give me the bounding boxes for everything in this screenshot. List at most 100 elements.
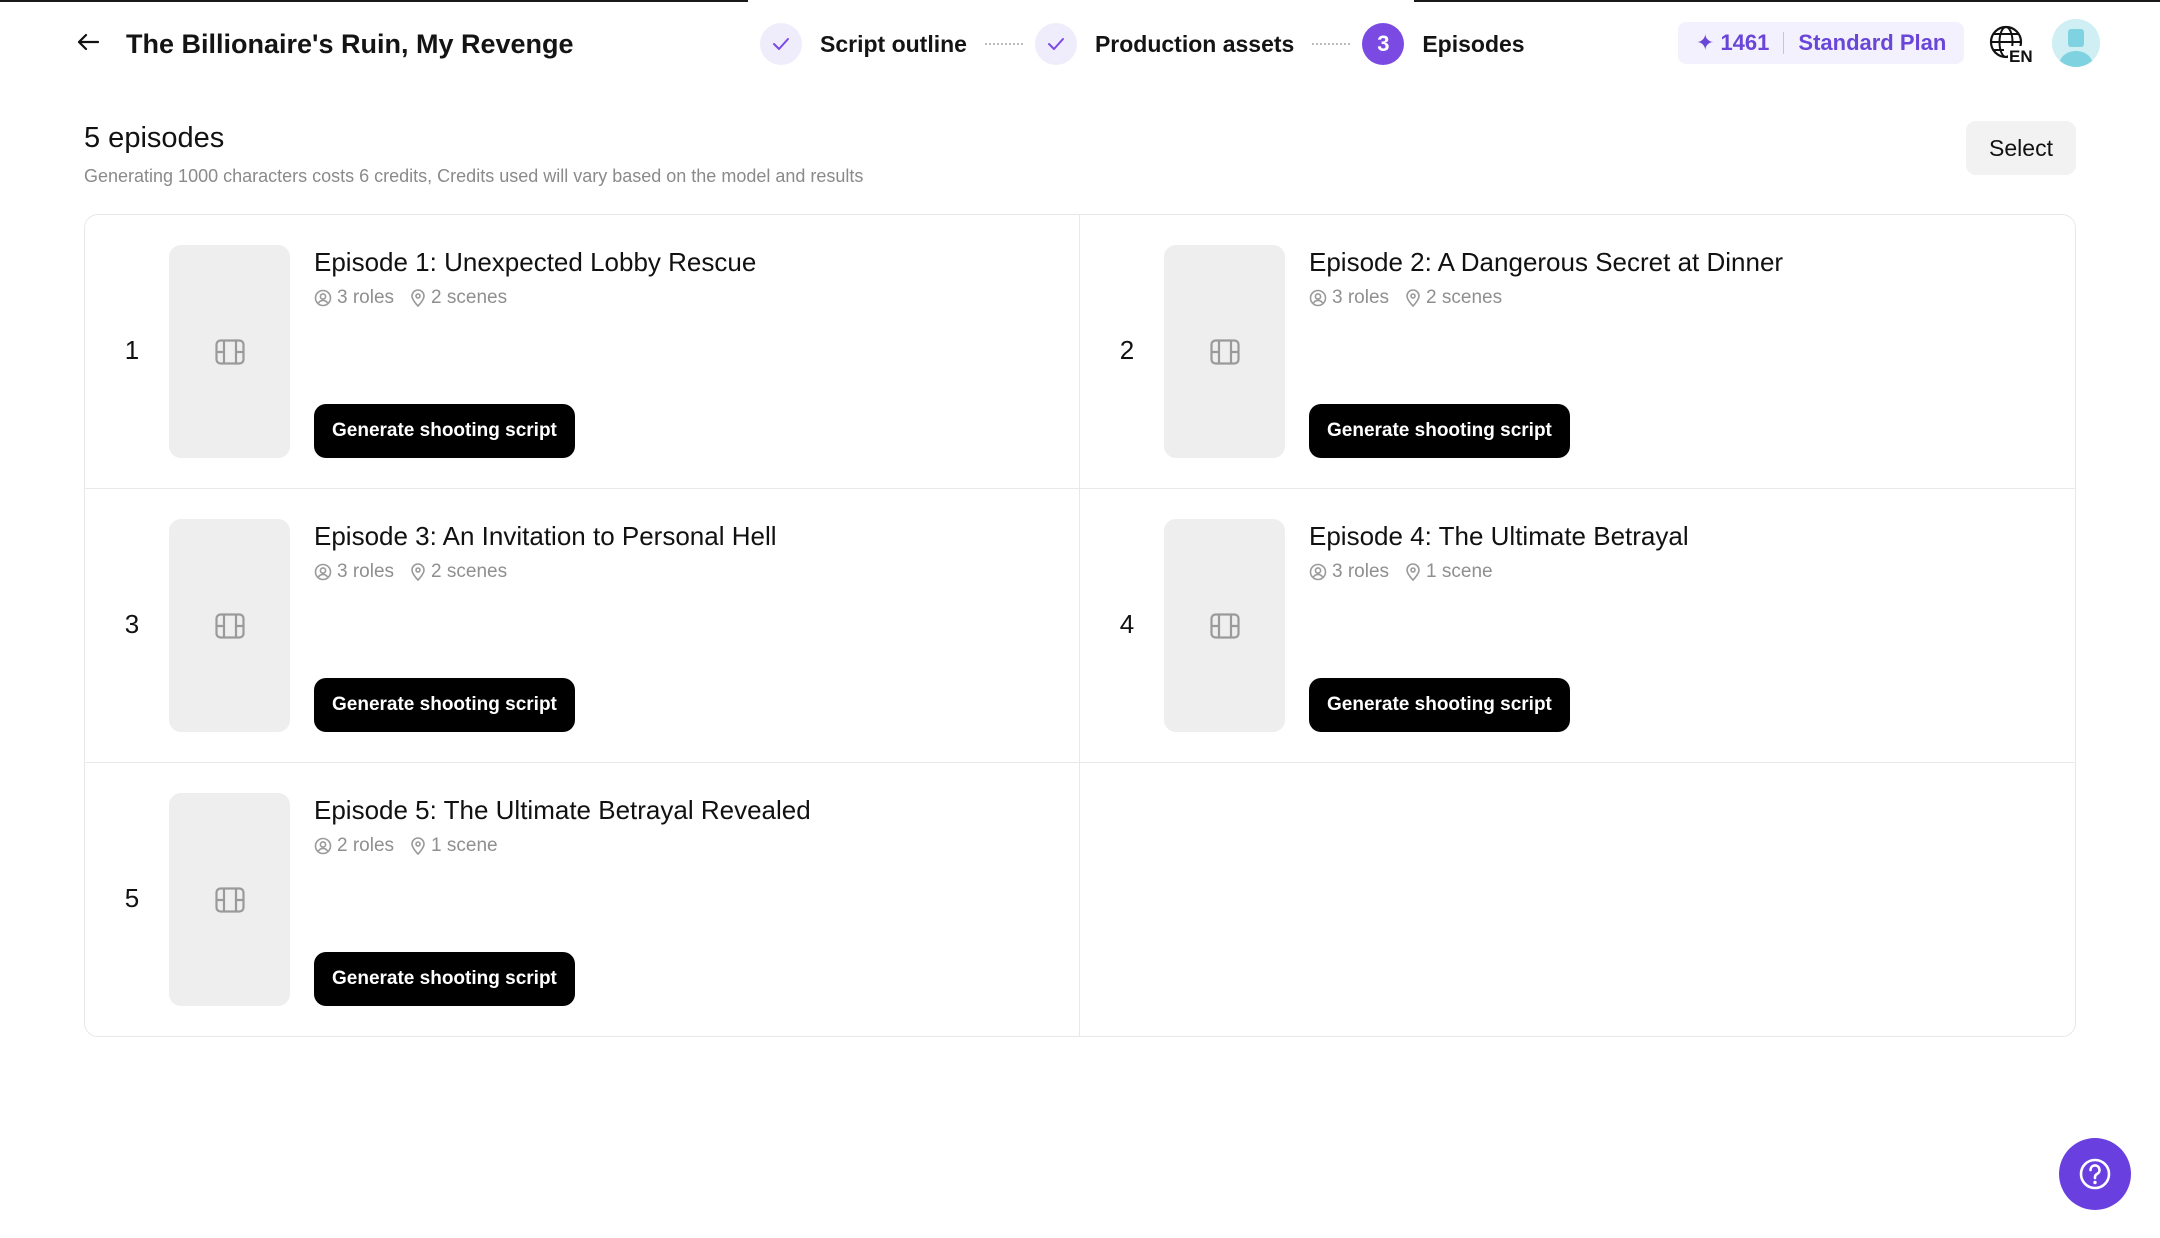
episode-meta: 3 roles 2 scenes xyxy=(314,561,523,583)
episode-card[interactable]: 5 Episode 5: The Ultimate Betrayal Revea… xyxy=(85,763,1080,1036)
generate-shooting-script-button[interactable]: Generate shooting script xyxy=(1309,404,1570,458)
episode-card[interactable]: 4 Episode 4: The Ultimate Betrayal 3 rol… xyxy=(1080,489,2075,763)
empty-grid-cell xyxy=(1080,763,2075,1036)
scenes-count: 2 scenes xyxy=(1405,287,1502,309)
episode-meta: 3 roles 2 scenes xyxy=(1309,287,1518,309)
roles-label: 3 roles xyxy=(337,287,395,308)
step-number-indicator: 3 xyxy=(1362,23,1405,65)
language-code: EN xyxy=(2009,47,2033,64)
step-script-outline[interactable]: Script outline xyxy=(760,23,967,65)
scenes-label: 2 scenes xyxy=(1426,287,1503,308)
episode-meta: 3 roles 2 scenes xyxy=(314,287,523,309)
episode-card[interactable]: 1 Episode 1: Unexpected Lobby Rescue 3 r… xyxy=(85,215,1080,489)
scenes-label: 1 scene xyxy=(1426,561,1493,582)
episode-number: 2 xyxy=(1119,335,1135,365)
episode-number: 5 xyxy=(124,883,140,913)
user-circle-icon xyxy=(314,563,332,581)
select-button[interactable]: Select xyxy=(1966,121,2076,175)
film-icon xyxy=(214,338,245,365)
back-button[interactable] xyxy=(72,26,104,58)
map-pin-icon xyxy=(1406,563,1420,581)
progress-stepper: Script outline Production assets 3 Episo… xyxy=(760,22,1525,66)
step-separator xyxy=(1312,43,1351,45)
film-icon xyxy=(214,612,245,639)
generate-shooting-script-button[interactable]: Generate shooting script xyxy=(314,404,575,458)
generate-shooting-script-button[interactable]: Generate shooting script xyxy=(1309,678,1570,732)
episode-thumbnail[interactable] xyxy=(1164,245,1285,458)
help-button[interactable] xyxy=(2059,1138,2131,1210)
user-circle-icon xyxy=(314,837,332,855)
check-icon xyxy=(773,38,789,50)
episode-number: 4 xyxy=(1119,609,1135,639)
map-pin-icon xyxy=(411,837,425,855)
user-avatar-icon xyxy=(2052,19,2100,67)
film-icon xyxy=(1209,612,1240,639)
roles-count: 3 roles xyxy=(314,561,394,583)
credits-count: 1461 xyxy=(1720,30,1770,55)
episode-title: Episode 4: The Ultimate Betrayal xyxy=(1309,521,1689,551)
episode-card[interactable]: 3 Episode 3: An Invitation to Personal H… xyxy=(85,489,1080,763)
episode-thumbnail[interactable] xyxy=(169,519,290,732)
user-circle-icon xyxy=(1309,563,1327,581)
scenes-count: 2 scenes xyxy=(410,561,507,583)
generate-shooting-script-button[interactable]: Generate shooting script xyxy=(314,678,575,732)
map-pin-icon xyxy=(411,289,425,307)
check-icon xyxy=(1047,38,1064,50)
user-circle-icon xyxy=(1309,289,1327,307)
scenes-count: 1 scene xyxy=(1405,561,1493,583)
project-title: The Billionaire's Ruin, My Revenge xyxy=(126,29,574,59)
episode-title: Episode 2: A Dangerous Secret at Dinner xyxy=(1309,247,1784,277)
roles-count: 3 roles xyxy=(314,287,394,309)
roles-count: 2 roles xyxy=(314,835,394,857)
episode-card[interactable]: 2 Episode 2: A Dangerous Secret at Dinne… xyxy=(1080,215,2075,489)
help-circle-icon xyxy=(2079,1158,2111,1190)
episode-title: Episode 1: Unexpected Lobby Rescue xyxy=(314,247,757,277)
credits-badge[interactable]: ✦ 1461 Standard Plan xyxy=(1678,22,1965,64)
episode-thumbnail[interactable] xyxy=(169,793,290,1006)
episode-title: Episode 3: An Invitation to Personal Hel… xyxy=(314,521,777,551)
episode-meta: 2 roles 1 scene xyxy=(314,835,514,857)
map-pin-icon xyxy=(411,563,425,581)
step-done-indicator xyxy=(760,23,802,65)
scenes-count: 1 scene xyxy=(410,835,498,857)
film-icon xyxy=(214,886,245,913)
roles-label: 3 roles xyxy=(1332,561,1390,582)
step-label: Script outline xyxy=(820,30,967,57)
scenes-label: 2 scenes xyxy=(431,561,508,582)
scenes-count: 2 scenes xyxy=(410,287,507,309)
episode-meta: 3 roles 1 scene xyxy=(1309,561,1509,583)
generate-shooting-script-button[interactable]: Generate shooting script xyxy=(314,952,575,1006)
episode-grid: 1 Episode 1: Unexpected Lobby Rescue 3 r… xyxy=(84,214,2076,1037)
roles-count: 3 roles xyxy=(1309,287,1389,309)
episode-number: 1 xyxy=(124,335,140,365)
roles-label: 3 roles xyxy=(337,561,395,582)
episode-number: 3 xyxy=(124,609,140,639)
roles-label: 3 roles xyxy=(1332,287,1390,308)
plan-name: Standard Plan xyxy=(1798,30,1947,55)
sparkle-icon: ✦ xyxy=(1696,30,1715,55)
episode-thumbnail[interactable] xyxy=(169,245,290,458)
step-episodes[interactable]: 3 Episodes xyxy=(1362,23,1525,65)
step-done-indicator xyxy=(1034,23,1077,65)
step-separator xyxy=(984,43,1023,45)
step-production-assets[interactable]: Production assets xyxy=(1034,23,1295,65)
user-circle-icon xyxy=(314,289,332,307)
globe-icon: EN xyxy=(1989,25,2034,66)
roles-count: 3 roles xyxy=(1309,561,1389,583)
film-icon xyxy=(1209,338,1240,365)
badge-divider xyxy=(1783,32,1785,54)
scenes-label: 2 scenes xyxy=(431,287,508,308)
episode-title: Episode 5: The Ultimate Betrayal Reveale… xyxy=(314,795,811,825)
language-switcher[interactable]: EN xyxy=(1988,24,2034,66)
map-pin-icon xyxy=(1406,289,1420,307)
step-label: Episodes xyxy=(1422,30,1525,57)
roles-label: 2 roles xyxy=(337,835,395,856)
app-header: The Billionaire's Ruin, My Revenge Scrip… xyxy=(0,0,2160,88)
avatar[interactable] xyxy=(2052,19,2100,67)
episodes-count-title: 5 episodes xyxy=(84,122,225,154)
scenes-label: 1 scene xyxy=(431,835,498,856)
arrow-left-icon xyxy=(77,33,99,51)
episode-thumbnail[interactable] xyxy=(1164,519,1285,732)
step-label: Production assets xyxy=(1094,30,1295,57)
credits-cost-note: Generating 1000 characters costs 6 credi… xyxy=(84,166,864,186)
